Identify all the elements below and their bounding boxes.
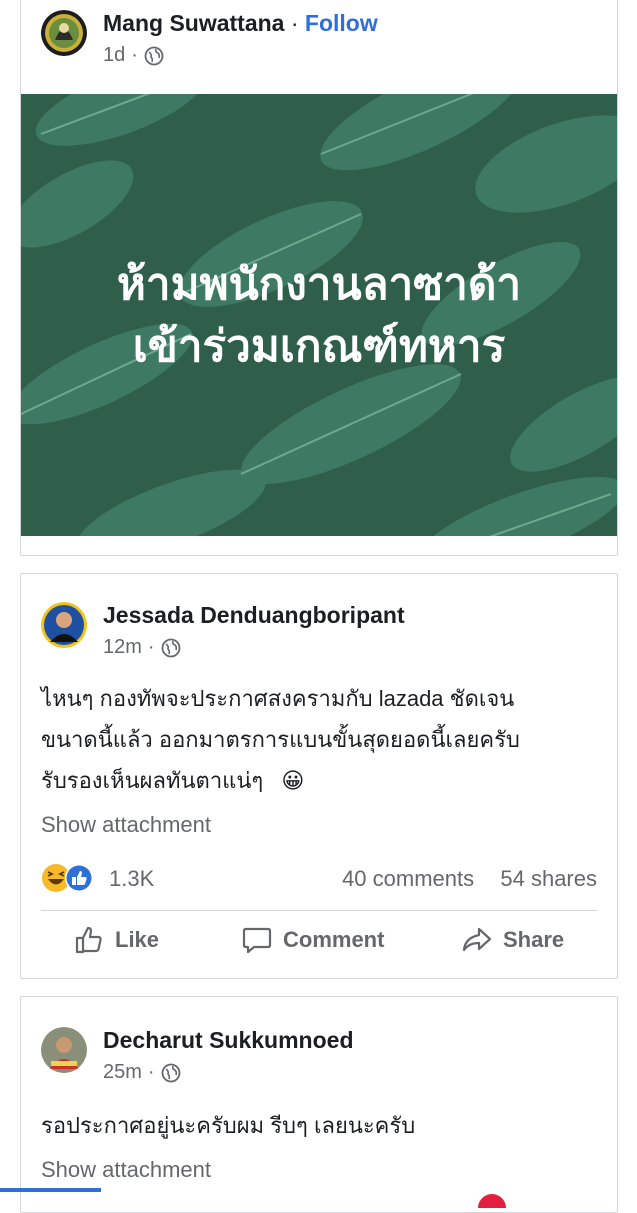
shares-count[interactable]: 54 shares [500, 866, 597, 891]
post-time[interactable]: 1d [103, 44, 125, 67]
post-stats: 1.3K 40 comments 54 shares [41, 862, 597, 896]
post-text-line: รอประกาศอยู่นะครับผม รีบๆ เลยนะครับ [41, 1113, 416, 1138]
post-card-3: Decharut Sukkumnoed 25m · รอประกาศอยู่นะ… [20, 996, 618, 1213]
author-line: Jessada Denduangboripant [103, 602, 405, 629]
post-text-line: ขนาดนี้แล้ว ออกมาตรการแบนขั้นสุดยอดนี้เล… [41, 727, 520, 752]
avatar[interactable] [41, 602, 87, 648]
meta-separator: · [147, 636, 155, 658]
post-text-line: ไหนๆ กองทัพจะประกาศสงครามกับ lazada ชัดเ… [41, 686, 515, 711]
globe-icon [161, 1063, 181, 1083]
banner-line-1: ห้ามพนักงานลาซาด้า [116, 260, 522, 309]
share-icon [462, 927, 492, 952]
scroll-indicator [0, 1188, 101, 1192]
comment-icon [242, 927, 272, 954]
thumbs-up-icon [75, 926, 102, 954]
like-button[interactable]: Like [73, 924, 159, 956]
comment-label: Comment [283, 927, 385, 952]
author-name[interactable]: Jessada Denduangboripant [103, 602, 405, 628]
comments-count[interactable]: 40 comments [342, 866, 474, 891]
banner-caption: ห้ามพนักงานลาซาด้า เข้าร่วมเกณฑ์ทหาร [21, 254, 617, 378]
meta-separator: · [147, 1061, 155, 1083]
post-actions: Like Comment Share [41, 924, 597, 968]
meta-separator: · [131, 44, 138, 66]
like-label: Like [115, 927, 160, 952]
author-line: Decharut Sukkumnoed [103, 1027, 354, 1054]
post-body: รอประกาศอยู่นะครับผม รีบๆ เลยนะครับ [41, 1105, 601, 1146]
show-attachment-link[interactable]: Show attachment [41, 1157, 211, 1183]
post-card-2: Jessada Denduangboripant 12m · ไหนๆ กองท… [20, 573, 618, 979]
post-text-line: รับรองเห็นผลทันตาแน่ๆ 😀 [41, 760, 601, 801]
divider [41, 910, 597, 911]
comments-shares: 40 comments 54 shares [342, 866, 597, 892]
grinning-emoji: 😀 [281, 768, 305, 793]
show-attachment-link[interactable]: Show attachment [41, 812, 211, 838]
author-name[interactable]: Mang Suwattana [103, 10, 284, 36]
share-button[interactable]: Share [461, 924, 564, 956]
globe-icon [161, 638, 181, 658]
post-card-1: Mang Suwattana · Follow 1d · ห้ามพนักงาน… [20, 0, 618, 556]
post-image-banner[interactable]: ห้ามพนักงานลาซาด้า เข้าร่วมเกณฑ์ทหาร [21, 94, 617, 536]
post-meta: 1d · [103, 44, 164, 67]
banner-line-2: เข้าร่วมเกณฑ์ทหาร [132, 322, 506, 371]
avatar[interactable] [41, 1027, 87, 1073]
post-time[interactable]: 25m [103, 1061, 142, 1084]
post-meta: 25m · [103, 1061, 181, 1084]
author-line: Mang Suwattana · Follow [103, 10, 378, 37]
globe-icon [144, 46, 164, 66]
post-body: ไหนๆ กองทัพจะประกาศสงครามกับ lazada ชัดเ… [41, 678, 601, 801]
post-time[interactable]: 12m [103, 636, 142, 659]
reactions-summary[interactable] [41, 862, 101, 894]
comment-button[interactable]: Comment [241, 924, 384, 956]
avatar[interactable] [41, 10, 87, 56]
reaction-count[interactable]: 1.3K [109, 866, 154, 892]
author-name[interactable]: Decharut Sukkumnoed [103, 1027, 354, 1053]
post-text-line-content: รับรองเห็นผลทันตาแน่ๆ [41, 768, 264, 793]
follow-button[interactable]: Follow [305, 10, 378, 36]
post-meta: 12m · [103, 636, 181, 659]
share-label: Share [503, 927, 565, 952]
separator: · [290, 10, 299, 36]
